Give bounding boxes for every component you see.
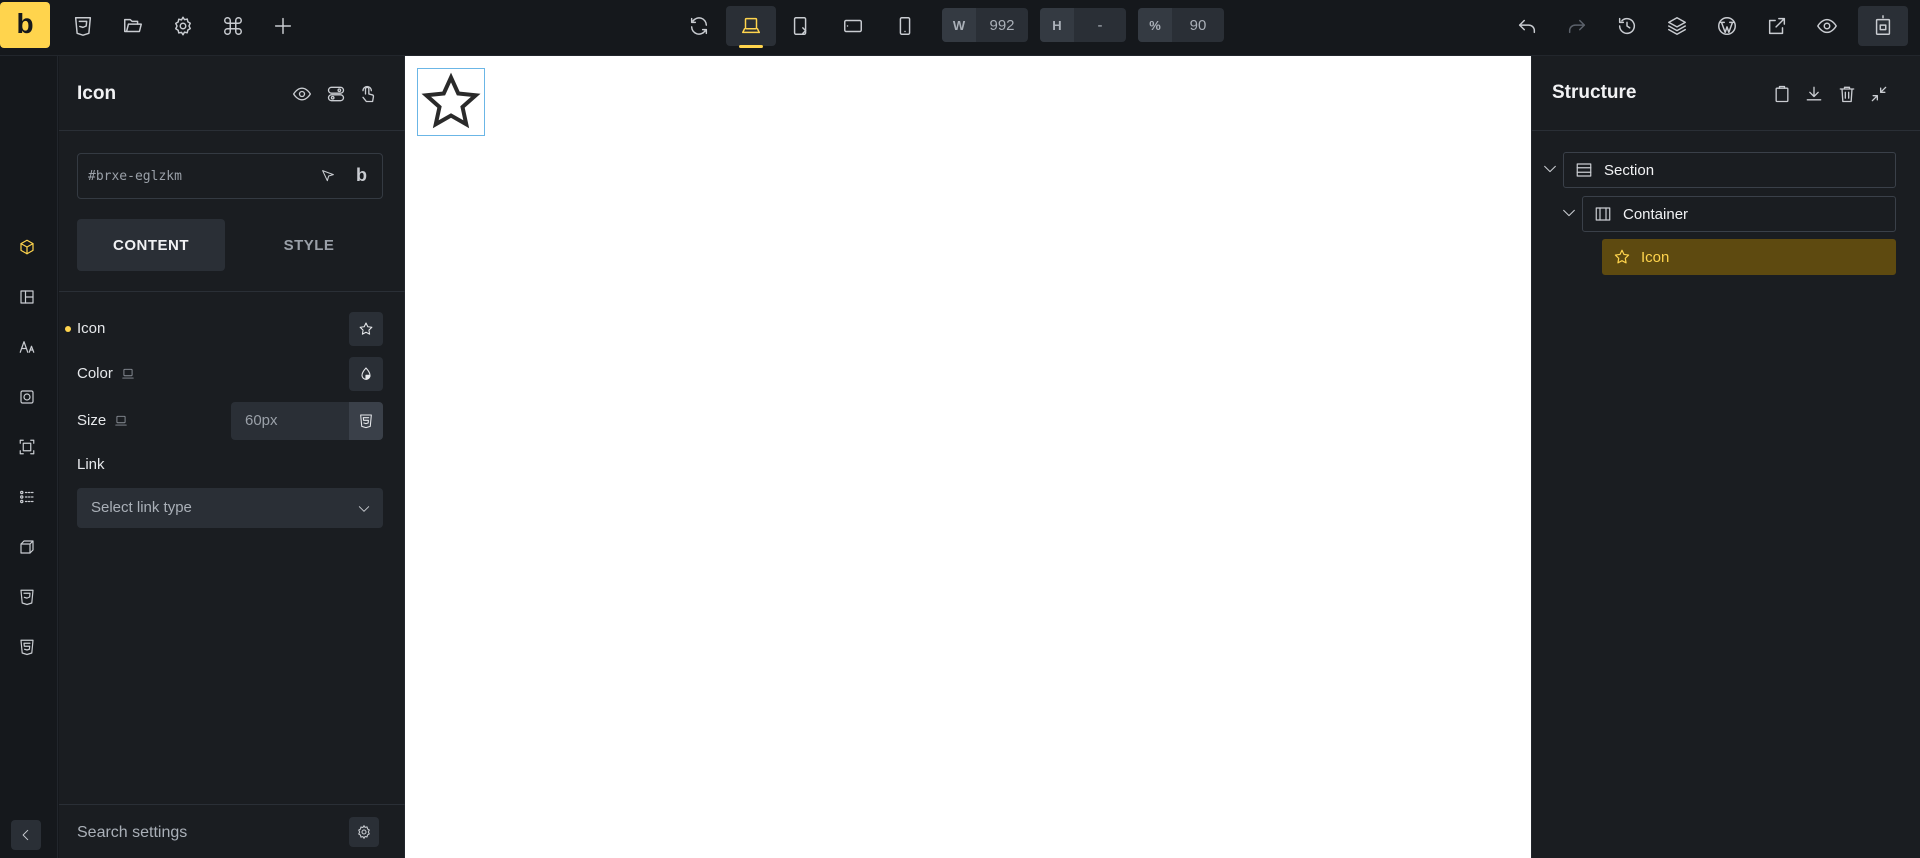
width-label: W: [942, 8, 976, 42]
structure-header: Structure: [1532, 56, 1920, 131]
selected-icon-element[interactable]: [417, 68, 485, 136]
wordpress-icon[interactable]: [1702, 6, 1752, 46]
modified-indicator: [65, 326, 71, 332]
zoom-control[interactable]: % 90: [1138, 8, 1224, 42]
search-settings-text[interactable]: Search settings: [77, 824, 187, 842]
zoom-label: %: [1138, 8, 1172, 42]
search-settings-bar[interactable]: Search settings: [59, 804, 405, 858]
structure-node-icon[interactable]: Icon: [1602, 239, 1896, 275]
structure-node-section[interactable]: Section: [1563, 152, 1896, 188]
icon-picker-button[interactable]: [349, 312, 383, 346]
link-type-placeholder: Select link type: [91, 499, 192, 516]
element-id-field[interactable]: #brxe-eglzkm b: [77, 153, 383, 199]
interactions-icon[interactable]: [357, 83, 379, 105]
html5-icon: [360, 414, 372, 429]
mobile-icon[interactable]: [880, 6, 930, 46]
laptop-breakpoint-icon: [121, 367, 135, 381]
bricks-id-icon[interactable]: b: [356, 165, 367, 186]
top-toolbar: b W 992 H - % 90: [0, 0, 1920, 56]
size-label-text: Size: [77, 412, 107, 429]
settings-tabs: CONTENT STYLE: [77, 219, 383, 271]
divider: [59, 291, 405, 292]
structure-node-container[interactable]: Container: [1582, 196, 1896, 232]
panel-title: Icon: [77, 83, 117, 104]
left-icon-rail: [0, 56, 58, 858]
chevron-down-icon[interactable]: [1542, 161, 1558, 177]
link-control-label: Link: [77, 456, 105, 473]
tab-content[interactable]: CONTENT: [77, 219, 225, 271]
height-label: H: [1040, 8, 1074, 42]
color-control-label: Color: [77, 365, 135, 382]
star-icon: [1614, 249, 1630, 264]
layers-icon[interactable]: [1652, 6, 1702, 46]
height-control[interactable]: H -: [1040, 8, 1126, 42]
command-icon[interactable]: [208, 6, 258, 46]
trash-icon[interactable]: [1835, 82, 1859, 106]
grid-dots-icon[interactable]: [12, 482, 42, 512]
star-icon: [421, 72, 481, 129]
size-control-label: Size: [77, 412, 128, 429]
structure-panel: Structure Section Container Icon: [1531, 56, 1920, 858]
structure-title: Structure: [1552, 82, 1637, 103]
icon-label-text: Icon: [77, 320, 106, 337]
width-control[interactable]: W 992: [942, 8, 1028, 42]
chevron-down-icon[interactable]: [1561, 205, 1577, 221]
layout-icon[interactable]: [12, 282, 42, 312]
container-icon: [1595, 207, 1611, 221]
download-icon[interactable]: [1802, 82, 1826, 106]
size-input[interactable]: 60px: [231, 402, 349, 440]
preview-eye-icon[interactable]: [1802, 6, 1852, 46]
cursor-arrow-icon[interactable]: [320, 168, 336, 184]
color-label-text: Color: [77, 365, 113, 382]
refresh-icon[interactable]: [674, 6, 724, 46]
section-icon: [1576, 163, 1592, 177]
undo-icon[interactable]: [1502, 6, 1552, 46]
cube-icon[interactable]: [12, 232, 42, 262]
laptop-breakpoint-icon: [114, 414, 128, 428]
structure-node-label: Icon: [1641, 248, 1670, 266]
bricks-logo[interactable]: b: [0, 2, 50, 48]
folder-open-icon[interactable]: [108, 6, 158, 46]
zoom-input[interactable]: 90: [1172, 8, 1224, 42]
css3-icon[interactable]: [58, 6, 108, 46]
border-icon[interactable]: [12, 382, 42, 412]
css3-icon[interactable]: [12, 582, 42, 612]
history-icon[interactable]: [1602, 6, 1652, 46]
typography-icon[interactable]: [12, 332, 42, 362]
redo-icon[interactable]: [1552, 6, 1602, 46]
structure-node-label: Container: [1623, 205, 1689, 223]
icon-control-label: Icon: [77, 320, 105, 337]
builder-canvas[interactable]: [405, 56, 1531, 858]
settings-panel: Icon #brxe-eglzkm b CONTENT STYLE Icon C…: [59, 56, 405, 858]
clipboard-icon[interactable]: [1770, 82, 1794, 106]
external-link-icon[interactable]: [1752, 6, 1802, 46]
width-input[interactable]: 992: [976, 8, 1028, 42]
size-unit-button[interactable]: [349, 402, 383, 440]
link-type-select[interactable]: Select link type: [77, 488, 383, 528]
spacing-icon[interactable]: [12, 432, 42, 462]
settings-gear-icon[interactable]: [349, 817, 379, 847]
structure-node-label: Section: [1604, 161, 1655, 179]
element-id-text: #brxe-eglzkm: [88, 169, 182, 184]
color-picker-button[interactable]: [349, 357, 383, 391]
height-input[interactable]: -: [1074, 8, 1126, 42]
panel-header: Icon: [59, 56, 405, 131]
html5-icon[interactable]: [12, 632, 42, 662]
collapse-icon[interactable]: [1867, 82, 1891, 106]
conditions-icon[interactable]: [325, 83, 347, 105]
link-label-text: Link: [77, 456, 105, 473]
eye-icon[interactable]: [291, 83, 313, 105]
gear-icon[interactable]: [158, 6, 208, 46]
tablet-rotate-icon[interactable]: [776, 6, 826, 46]
tab-style[interactable]: STYLE: [235, 219, 383, 271]
save-icon[interactable]: [1858, 6, 1908, 46]
laptop-breakpoint-icon[interactable]: [726, 6, 776, 48]
collapse-panel-button[interactable]: [11, 820, 41, 850]
add-icon[interactable]: [258, 6, 308, 46]
chevron-down-icon: [357, 502, 371, 516]
transform-icon[interactable]: [12, 532, 42, 562]
tablet-landscape-icon[interactable]: [828, 6, 878, 46]
